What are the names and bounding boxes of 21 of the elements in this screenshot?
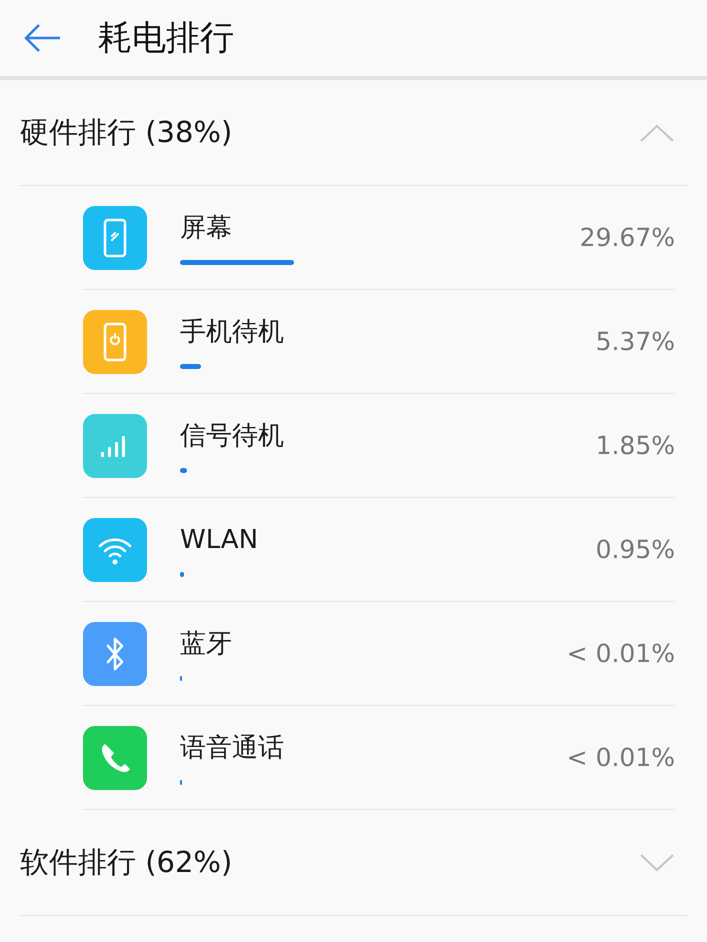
usage-percent: 0.95% [596, 534, 675, 566]
usage-percent: < 0.01% [566, 638, 675, 670]
usage-percent: < 0.01% [566, 742, 675, 774]
usage-percent: 1.85% [596, 430, 675, 462]
usage-percent: 29.67% [580, 222, 675, 254]
expand-icon[interactable] [639, 852, 675, 872]
item-name: 屏幕 [180, 212, 233, 245]
item-name: 蓝牙 [180, 628, 233, 661]
page-title: 耗电排行 [98, 16, 234, 60]
usage-percent: 5.37% [596, 326, 675, 358]
item-name: 语音通话 [180, 732, 285, 765]
item-name: 手机待机 [180, 316, 285, 349]
section-header[interactable]: 硬件排行 (38%) [20, 110, 232, 154]
collapse-icon[interactable] [639, 122, 675, 142]
section-header[interactable]: 软件排行 (62%) [20, 840, 232, 884]
usage-bar [180, 468, 188, 473]
item-name: WLAN [180, 524, 260, 557]
item-name: 信号待机 [180, 420, 285, 453]
back-icon[interactable] [22, 23, 62, 53]
usage-bar [180, 572, 184, 577]
usage-bar [180, 364, 201, 369]
